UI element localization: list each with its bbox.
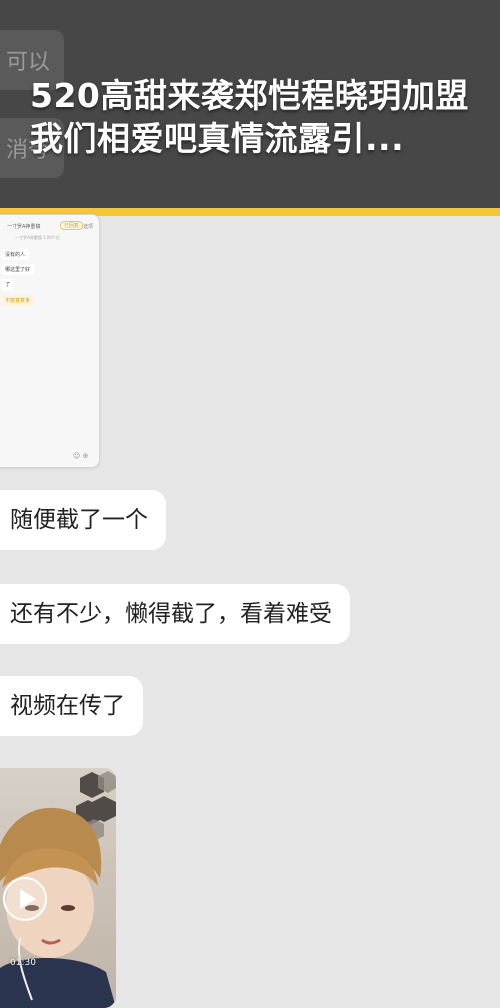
chat-message-bubble[interactable]: 还有不少，懒得截了，看着难受 [0,584,350,644]
mini-status-badge: 已回复 [60,221,84,230]
mini-action-label: 选项 [83,224,94,230]
chat-message-bubble[interactable]: 视频在传了 [0,676,143,736]
mini-message: 哪这里了好 [1,264,35,275]
chat-screenshot-image[interactable]: 一寸罗A神重镇 已回复 选项 一寸罗A神重镇 1.00个位 没有的人 哪这里了好… [0,214,100,468]
article-title[interactable]: 520高甜来袭郑恺程晓玥加盟我们相爱吧真情流露引... [30,74,480,160]
mini-message: 了 [1,279,15,290]
mini-message: 没有的人 [1,249,30,260]
mini-subtitle: 一寸罗A神重镇 1.00个位 [15,235,60,240]
chat-message-text: 随便截了一个 [10,507,148,533]
mini-toolbar-icons: ☺ ⊕ [73,452,89,460]
mini-chat-title: 一寸罗A神重镇 [7,224,41,230]
background-bubble-text: 可以 [6,50,51,75]
chat-message-bubble[interactable]: 随便截了一个 [0,490,166,550]
video-duration: 01:30 [10,958,36,968]
video-message-card[interactable]: 01:30 [0,768,116,1008]
article-header: 可以 消夸 520高甜来袭郑恺程晓玥加盟我们相爱吧真情流露引... [0,0,500,208]
chat-message-text: 还有不少，懒得截了，看着难受 [10,601,332,627]
play-icon[interactable] [2,876,48,922]
chat-message-text: 视频在传了 [10,693,125,719]
mini-message: 不能答复未 [1,295,35,306]
